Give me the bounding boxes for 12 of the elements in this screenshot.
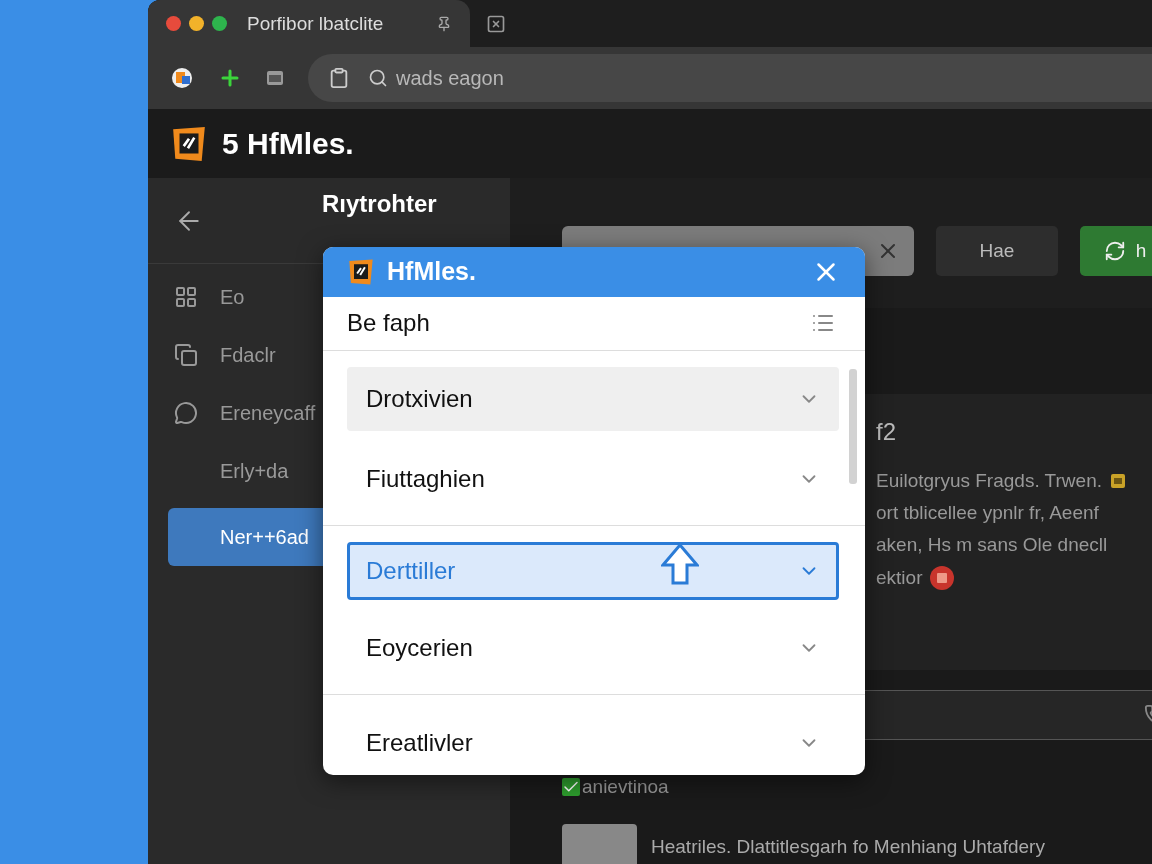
app-title: 5 HfMles. bbox=[222, 126, 354, 161]
card-text: ektior bbox=[876, 567, 923, 589]
card-text: ort tblicellee ypnlr fr, Aeenf bbox=[876, 502, 1099, 524]
item-text: Heatriles. Dlattitlesgarh fo Menhiang Uhtafdery bbox=[651, 836, 1045, 858]
section-label: anievtinoa bbox=[582, 776, 669, 798]
sidebar-title: Rıytrohter bbox=[322, 190, 437, 218]
card-heading: f2 bbox=[876, 418, 897, 446]
dialog-subtitle: Be faph bbox=[347, 309, 431, 338]
dialog-title: HfMles. bbox=[387, 257, 477, 287]
card-text: Euilotgryus Fragds. Trwen. bbox=[876, 470, 1102, 492]
tab-title: Porfibor lbatclite bbox=[247, 12, 385, 35]
card-text: aken, Hs m sans Ole dnecll bbox=[876, 534, 1108, 556]
